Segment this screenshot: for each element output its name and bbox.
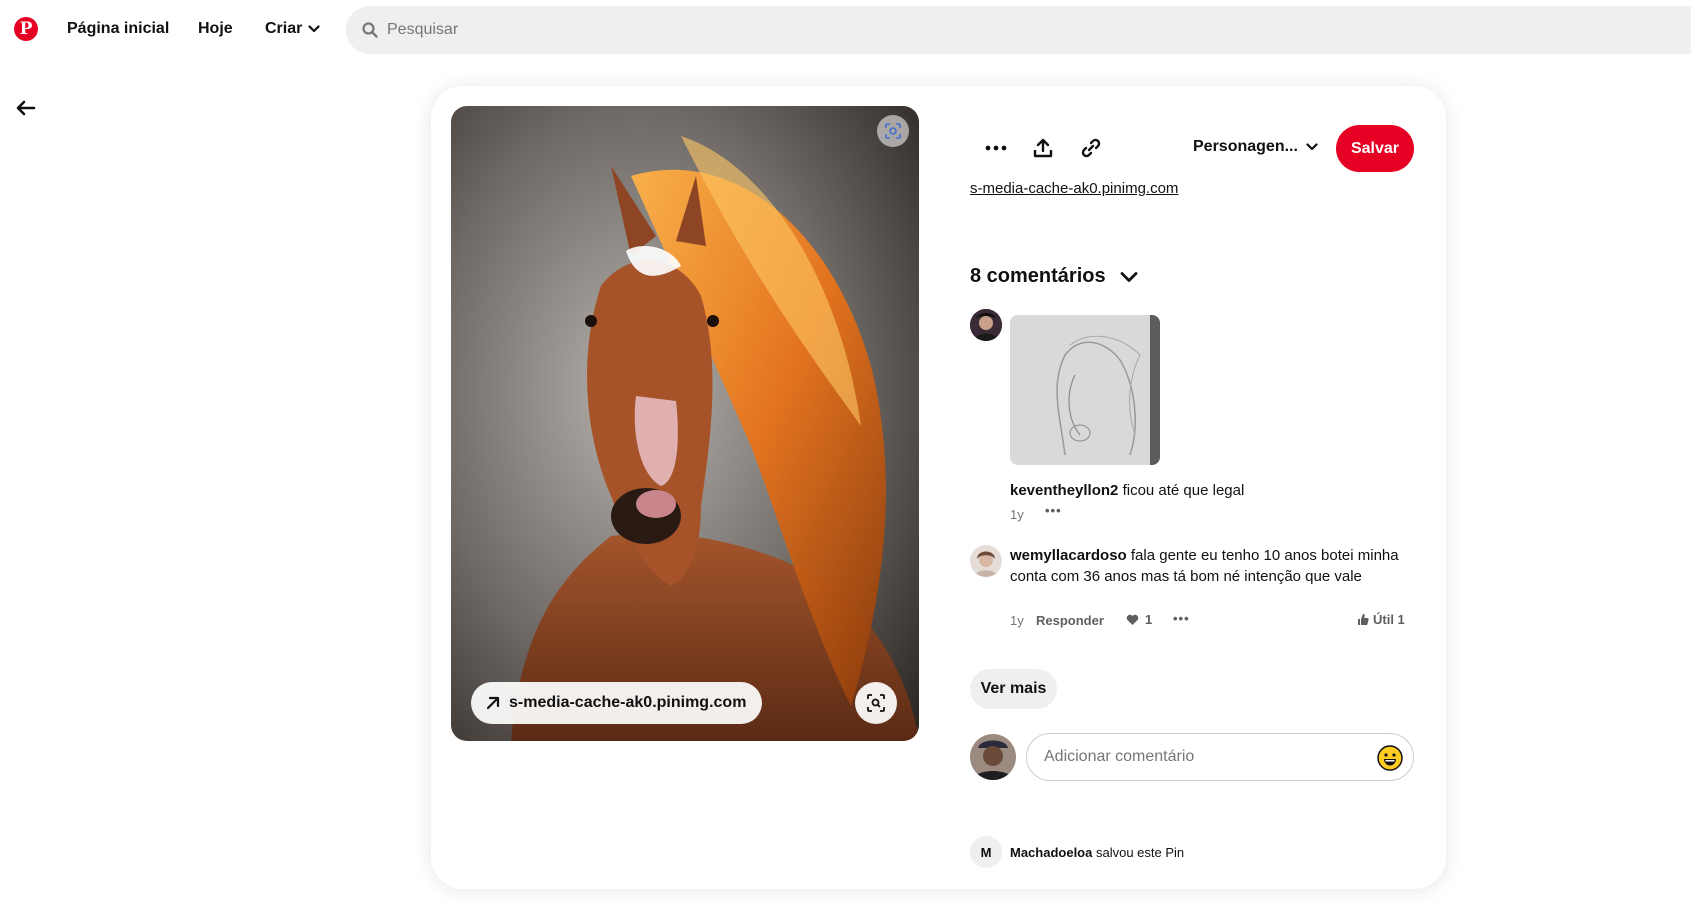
save-button[interactable]: Salvar: [1336, 125, 1414, 172]
top-nav: P Página inicial Hoje Criar: [0, 0, 1691, 58]
avatar[interactable]: [970, 545, 1002, 577]
chevron-down-icon: [1306, 143, 1318, 151]
visual-search-icon: [867, 694, 885, 712]
more-icon: [985, 145, 1007, 151]
emoji-icon[interactable]: [1377, 745, 1403, 771]
nav-create-label: Criar: [265, 20, 303, 37]
visual-search-icon[interactable]: [877, 115, 909, 147]
comment-time: 1y: [1010, 507, 1024, 522]
comment-more-icon[interactable]: •••: [1173, 611, 1190, 626]
comment-text: wemyllacardoso fala gente eu tenho 10 an…: [1010, 545, 1415, 587]
pin-image[interactable]: [451, 106, 919, 741]
saved-by-text: Machadoeloa salvou este Pin: [1010, 845, 1184, 860]
comments-toggle[interactable]: 8 comentários: [970, 265, 1138, 288]
current-user-avatar[interactable]: [970, 734, 1016, 780]
link-icon: [1081, 138, 1101, 158]
comment-image[interactable]: [1010, 315, 1160, 465]
comment-text: keventheyllon2 ficou até que legal: [1010, 480, 1410, 501]
see-more-button[interactable]: Ver mais: [970, 669, 1057, 709]
board-name: Personagen...: [1193, 138, 1298, 155]
comment-more-icon[interactable]: •••: [1045, 503, 1062, 518]
comment-author[interactable]: wemyllacardoso: [1010, 547, 1127, 564]
add-comment-field[interactable]: [1026, 733, 1414, 781]
reply-button[interactable]: Responder: [1036, 613, 1104, 628]
copy-link-button[interactable]: [1071, 128, 1111, 168]
thumb-icon: [1358, 614, 1369, 625]
saved-by-label: salvou este Pin: [1095, 845, 1185, 860]
nav-today[interactable]: Hoje: [198, 20, 233, 38]
share-icon: [1033, 138, 1053, 158]
search-input[interactable]: [387, 21, 987, 39]
search-icon: [362, 22, 378, 38]
comment-input[interactable]: [1044, 748, 1364, 766]
board-select[interactable]: Personagen...: [1193, 138, 1318, 156]
nav-home[interactable]: Página inicial: [67, 20, 169, 38]
like-count: 1: [1145, 612, 1153, 627]
back-button[interactable]: [14, 96, 38, 120]
more-options-button[interactable]: [976, 128, 1016, 168]
source-link[interactable]: s-media-cache-ak0.pinimg.com: [970, 180, 1178, 197]
source-pill-label: s-media-cache-ak0.pinimg.com: [509, 694, 747, 711]
avatar[interactable]: [970, 309, 1002, 341]
avatar[interactable]: M: [970, 836, 1002, 868]
saved-by-user[interactable]: Machadoeloa: [1010, 845, 1092, 860]
arrow-left-icon: [16, 100, 36, 116]
source-pill-button[interactable]: s-media-cache-ak0.pinimg.com: [471, 682, 763, 724]
heart-icon: [1126, 614, 1139, 625]
comment-body: ficou até que legal: [1122, 482, 1245, 499]
helpful-label: Útil 1: [1373, 612, 1405, 627]
arrow-up-right-icon: [486, 696, 500, 710]
comment-time: 1y: [1010, 613, 1024, 628]
chevron-down-icon: [1120, 271, 1138, 282]
comment-author[interactable]: keventheyllon2: [1010, 482, 1118, 499]
horse-photo: [451, 106, 919, 741]
search-bar[interactable]: [346, 6, 1691, 54]
pinterest-logo-icon[interactable]: P: [14, 17, 38, 41]
visual-search-button[interactable]: [855, 682, 897, 724]
like-button[interactable]: 1: [1126, 612, 1152, 627]
nav-create[interactable]: Criar: [265, 20, 320, 38]
share-button[interactable]: [1023, 128, 1063, 168]
chevron-down-icon: [308, 25, 320, 33]
comments-count: 8 comentários: [970, 265, 1106, 287]
helpful-button[interactable]: Útil 1: [1357, 612, 1405, 627]
